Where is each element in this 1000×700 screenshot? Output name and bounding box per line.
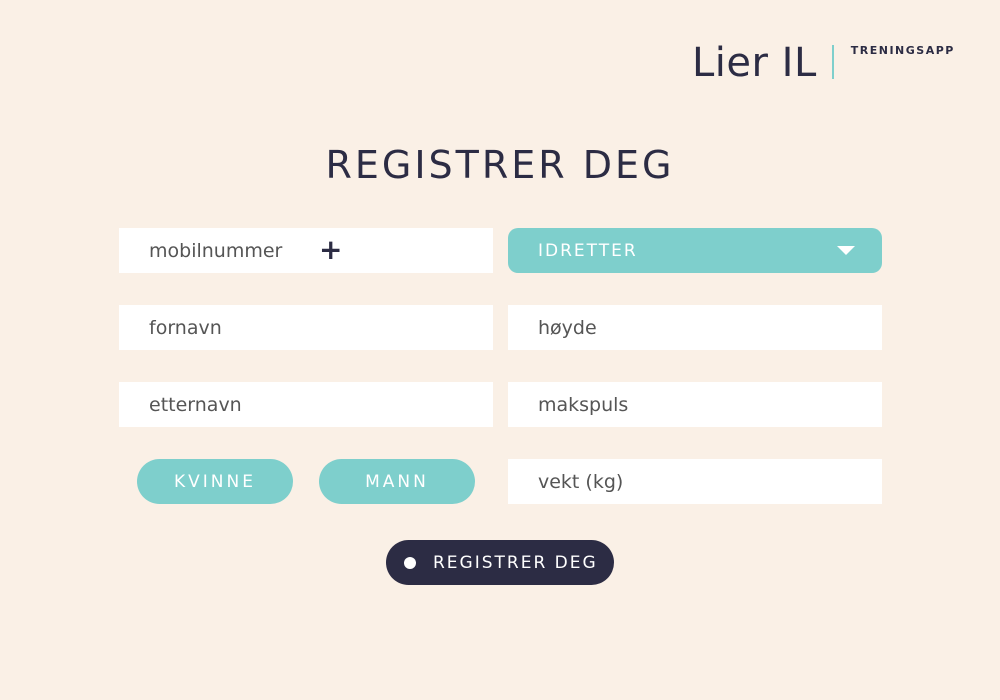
max-pulse-input[interactable]: [538, 393, 882, 416]
register-button-label: REGISTRER DEG: [433, 552, 598, 573]
dot-icon: [404, 556, 416, 569]
brand-logo: Lier IL TRENINGSAPP: [692, 38, 955, 88]
first-name-field[interactable]: [119, 305, 493, 350]
gender-female-button[interactable]: KVINNE: [137, 459, 293, 504]
sport-dropdown[interactable]: IDRETTER: [508, 228, 882, 273]
register-button[interactable]: REGISTRER DEG: [386, 540, 614, 585]
height-input[interactable]: [538, 316, 882, 339]
mobile-field[interactable]: +: [119, 228, 493, 273]
weight-field[interactable]: [508, 459, 882, 504]
page-title: REGISTRER DEG: [325, 143, 675, 187]
brand-divider: [831, 45, 834, 79]
plus-icon[interactable]: +: [319, 236, 342, 264]
brand-name: Lier IL: [692, 40, 817, 86]
gender-male-button[interactable]: MANN: [319, 459, 475, 504]
first-name-input[interactable]: [149, 316, 493, 339]
chevron-down-icon: [837, 246, 855, 255]
weight-input[interactable]: [538, 470, 882, 493]
last-name-field[interactable]: [119, 382, 493, 427]
brand-tagline: TRENINGSAPP: [850, 44, 955, 57]
last-name-input[interactable]: [149, 393, 493, 416]
sport-dropdown-label: IDRETTER: [538, 240, 638, 261]
max-pulse-field[interactable]: [508, 382, 882, 427]
height-field[interactable]: [508, 305, 882, 350]
